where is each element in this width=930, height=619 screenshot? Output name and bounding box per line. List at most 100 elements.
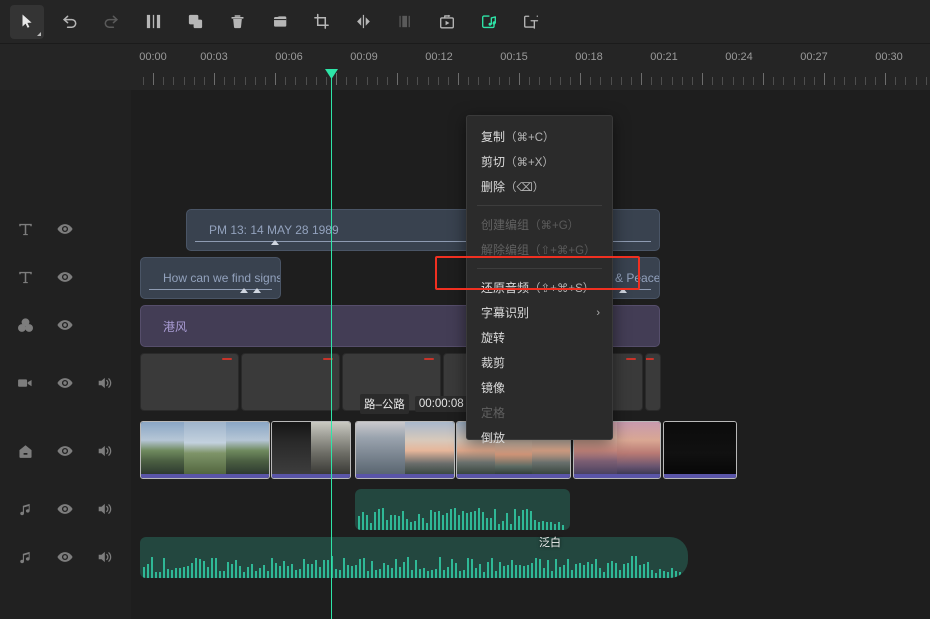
waveform-bar xyxy=(239,565,241,578)
text-clip-signs[interactable]: How can we find signs xyxy=(140,257,281,299)
menu-item-shortcut: （⇧+⌘+G） xyxy=(529,244,596,257)
audio-clip-bottom[interactable] xyxy=(140,537,688,578)
select-tool[interactable] xyxy=(10,4,44,39)
gray-clip-2[interactable] xyxy=(241,353,340,411)
effect-icon[interactable] xyxy=(10,310,40,340)
gray-clip-1[interactable] xyxy=(140,353,239,411)
track-header-main-video-track[interactable] xyxy=(0,436,131,466)
mirror-button[interactable] xyxy=(346,5,380,39)
keyframe-marker-icon xyxy=(323,358,333,360)
menu-item-镜像[interactable]: 镜像 xyxy=(467,375,612,400)
context-menu[interactable]: 复制 （⌘+C） 剪切 （⌘+X） 删除 （⌫） 创建编组 （⌘+G） 解除编组 （⇧+… xyxy=(466,115,613,445)
waveform-bar xyxy=(395,558,397,578)
ruler-tick xyxy=(550,77,551,85)
eye-icon[interactable] xyxy=(50,436,80,466)
menu-item-倒放[interactable]: 倒放 xyxy=(467,425,612,450)
speaker-icon[interactable] xyxy=(90,542,120,572)
ruler-tick xyxy=(295,77,296,85)
ruler-tick xyxy=(692,77,693,85)
tool-expand-corner[interactable] xyxy=(37,31,41,36)
crop-button[interactable] xyxy=(304,5,338,39)
waveform-bar xyxy=(431,570,433,578)
waveform-bar xyxy=(439,556,441,578)
track-header-text-track-1[interactable] xyxy=(0,214,131,244)
video-clip-3[interactable] xyxy=(355,421,455,479)
timeline-ruler[interactable]: 00:00 00:03 00:06 00:09 00:12 00:15 00:18 00:21… xyxy=(0,43,930,90)
ruler-tick xyxy=(468,77,469,85)
clip-audio-bar xyxy=(664,474,736,478)
waveform-bar xyxy=(667,572,669,578)
waveform-bar xyxy=(591,564,593,578)
split-clip-button[interactable] xyxy=(136,5,170,39)
menu-item-label: 剪切 xyxy=(481,155,506,169)
waveform-bar xyxy=(639,564,641,578)
track-header-effect-track[interactable] xyxy=(0,310,131,340)
menu-item-裁剪[interactable]: 裁剪 xyxy=(467,350,612,375)
delete-button[interactable] xyxy=(220,5,254,39)
ruler-tick xyxy=(438,77,439,85)
speaker-icon[interactable] xyxy=(90,436,120,466)
add-to-track-button[interactable] xyxy=(430,5,464,39)
waveform-bar xyxy=(423,567,425,578)
waveform-bar xyxy=(414,520,416,530)
text-icon[interactable] xyxy=(10,262,40,292)
ruler-tick xyxy=(600,77,601,85)
eye-icon[interactable] xyxy=(50,494,80,524)
video-clip-1[interactable] xyxy=(140,421,270,479)
speaker-icon[interactable] xyxy=(90,494,120,524)
tooltip-clip-name: 路–公路 xyxy=(360,394,409,414)
track-header-overlay-video-track[interactable] xyxy=(0,368,131,398)
home-icon[interactable] xyxy=(10,436,40,466)
eye-icon[interactable] xyxy=(50,310,80,340)
fade-in-handle[interactable] xyxy=(271,240,279,245)
menu-item-旋转[interactable]: 旋转 xyxy=(467,325,612,350)
add-text-button[interactable] xyxy=(514,5,548,39)
video-clip-6[interactable] xyxy=(663,421,737,479)
video-camera-icon[interactable] xyxy=(10,368,40,398)
ruler-tick xyxy=(539,77,540,85)
ruler-tick xyxy=(153,73,154,85)
audio-clip-top[interactable] xyxy=(355,489,570,530)
menu-item-字幕识别[interactable]: 字幕识别 › xyxy=(467,300,612,325)
waveform-bar xyxy=(559,566,561,578)
copy-button[interactable] xyxy=(178,5,212,39)
fade-in-handle[interactable] xyxy=(240,288,248,293)
folder-button[interactable] xyxy=(262,5,296,39)
waveform-bar xyxy=(627,562,629,578)
eye-icon[interactable] xyxy=(50,262,80,292)
eye-icon[interactable] xyxy=(50,542,80,572)
ruler-tick xyxy=(224,77,225,85)
ruler-tick xyxy=(651,77,652,85)
waveform-bar xyxy=(187,565,189,578)
menu-item-删除[interactable]: 删除 （⌫） xyxy=(467,174,612,199)
fade-out-handle[interactable] xyxy=(253,288,261,293)
track-header-audio-track-1[interactable] xyxy=(0,494,131,524)
track-header-audio-track-2[interactable] xyxy=(0,542,131,572)
menu-item-复制[interactable]: 复制 （⌘+C） xyxy=(467,124,612,149)
waveform-bar xyxy=(291,563,293,578)
freeze-frame-button[interactable] xyxy=(388,5,422,39)
video-clip-2[interactable] xyxy=(271,421,351,479)
waveform-bar xyxy=(587,561,589,578)
track-header-text-track-2[interactable] xyxy=(0,262,131,292)
text-icon[interactable] xyxy=(10,214,40,244)
ruler-label: 00:21 xyxy=(650,51,678,63)
music-note-icon[interactable] xyxy=(10,542,40,572)
thumbnail-frame xyxy=(617,422,660,474)
menu-item-还原音频[interactable]: 还原音频 （⇧+⌘+S） xyxy=(467,275,612,300)
auto-music-button[interactable] xyxy=(472,5,506,39)
eye-icon[interactable] xyxy=(50,368,80,398)
menu-item-剪切[interactable]: 剪切 （⌘+X） xyxy=(467,149,612,174)
redo-button[interactable] xyxy=(94,5,128,39)
eye-icon[interactable] xyxy=(50,214,80,244)
speaker-icon[interactable] xyxy=(90,368,120,398)
gray-clip-6[interactable] xyxy=(645,353,661,411)
waveform-bar xyxy=(487,562,489,578)
undo-button[interactable] xyxy=(52,5,86,39)
fade-out-handle[interactable] xyxy=(619,288,627,293)
waveform-bar xyxy=(535,557,537,578)
ruler-tick xyxy=(814,77,815,85)
music-note-icon[interactable] xyxy=(10,494,40,524)
waveform-bar xyxy=(675,571,677,578)
waveform-bar xyxy=(531,562,533,578)
